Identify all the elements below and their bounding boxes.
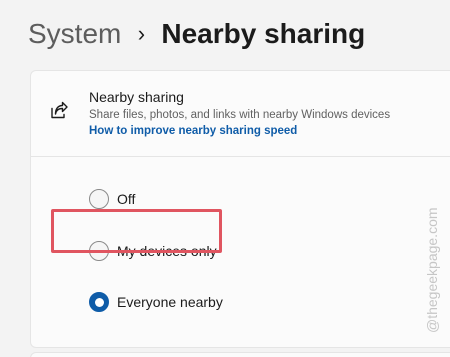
breadcrumb: System › Nearby sharing bbox=[28, 14, 365, 54]
option-everyone-nearby[interactable]: Everyone nearby bbox=[89, 290, 223, 314]
page-title: Nearby sharing bbox=[161, 18, 366, 49]
watermark: @thegeekpage.com bbox=[424, 207, 440, 333]
breadcrumb-separator: › bbox=[137, 21, 146, 46]
settings-page: System › Nearby sharing Nearby sharing S… bbox=[0, 0, 450, 357]
option-off[interactable]: Off bbox=[89, 187, 135, 211]
highlight-annotation-box bbox=[51, 209, 222, 253]
breadcrumb-parent-system[interactable]: System bbox=[28, 14, 121, 54]
card-description: Share files, photos, and links with near… bbox=[89, 109, 391, 121]
radio-off[interactable] bbox=[89, 189, 109, 209]
radio-everyone-nearby[interactable] bbox=[89, 292, 109, 312]
option-label: Everyone nearby bbox=[117, 294, 223, 310]
next-settings-card bbox=[30, 352, 450, 357]
option-label: Off bbox=[117, 191, 136, 207]
card-header: Nearby sharing Share files, photos, and … bbox=[31, 71, 450, 157]
radio-selected-dot bbox=[94, 297, 104, 307]
share-icon bbox=[49, 101, 69, 121]
card-title: Nearby sharing bbox=[89, 89, 184, 105]
improve-speed-link[interactable]: How to improve nearby sharing speed bbox=[89, 124, 297, 139]
